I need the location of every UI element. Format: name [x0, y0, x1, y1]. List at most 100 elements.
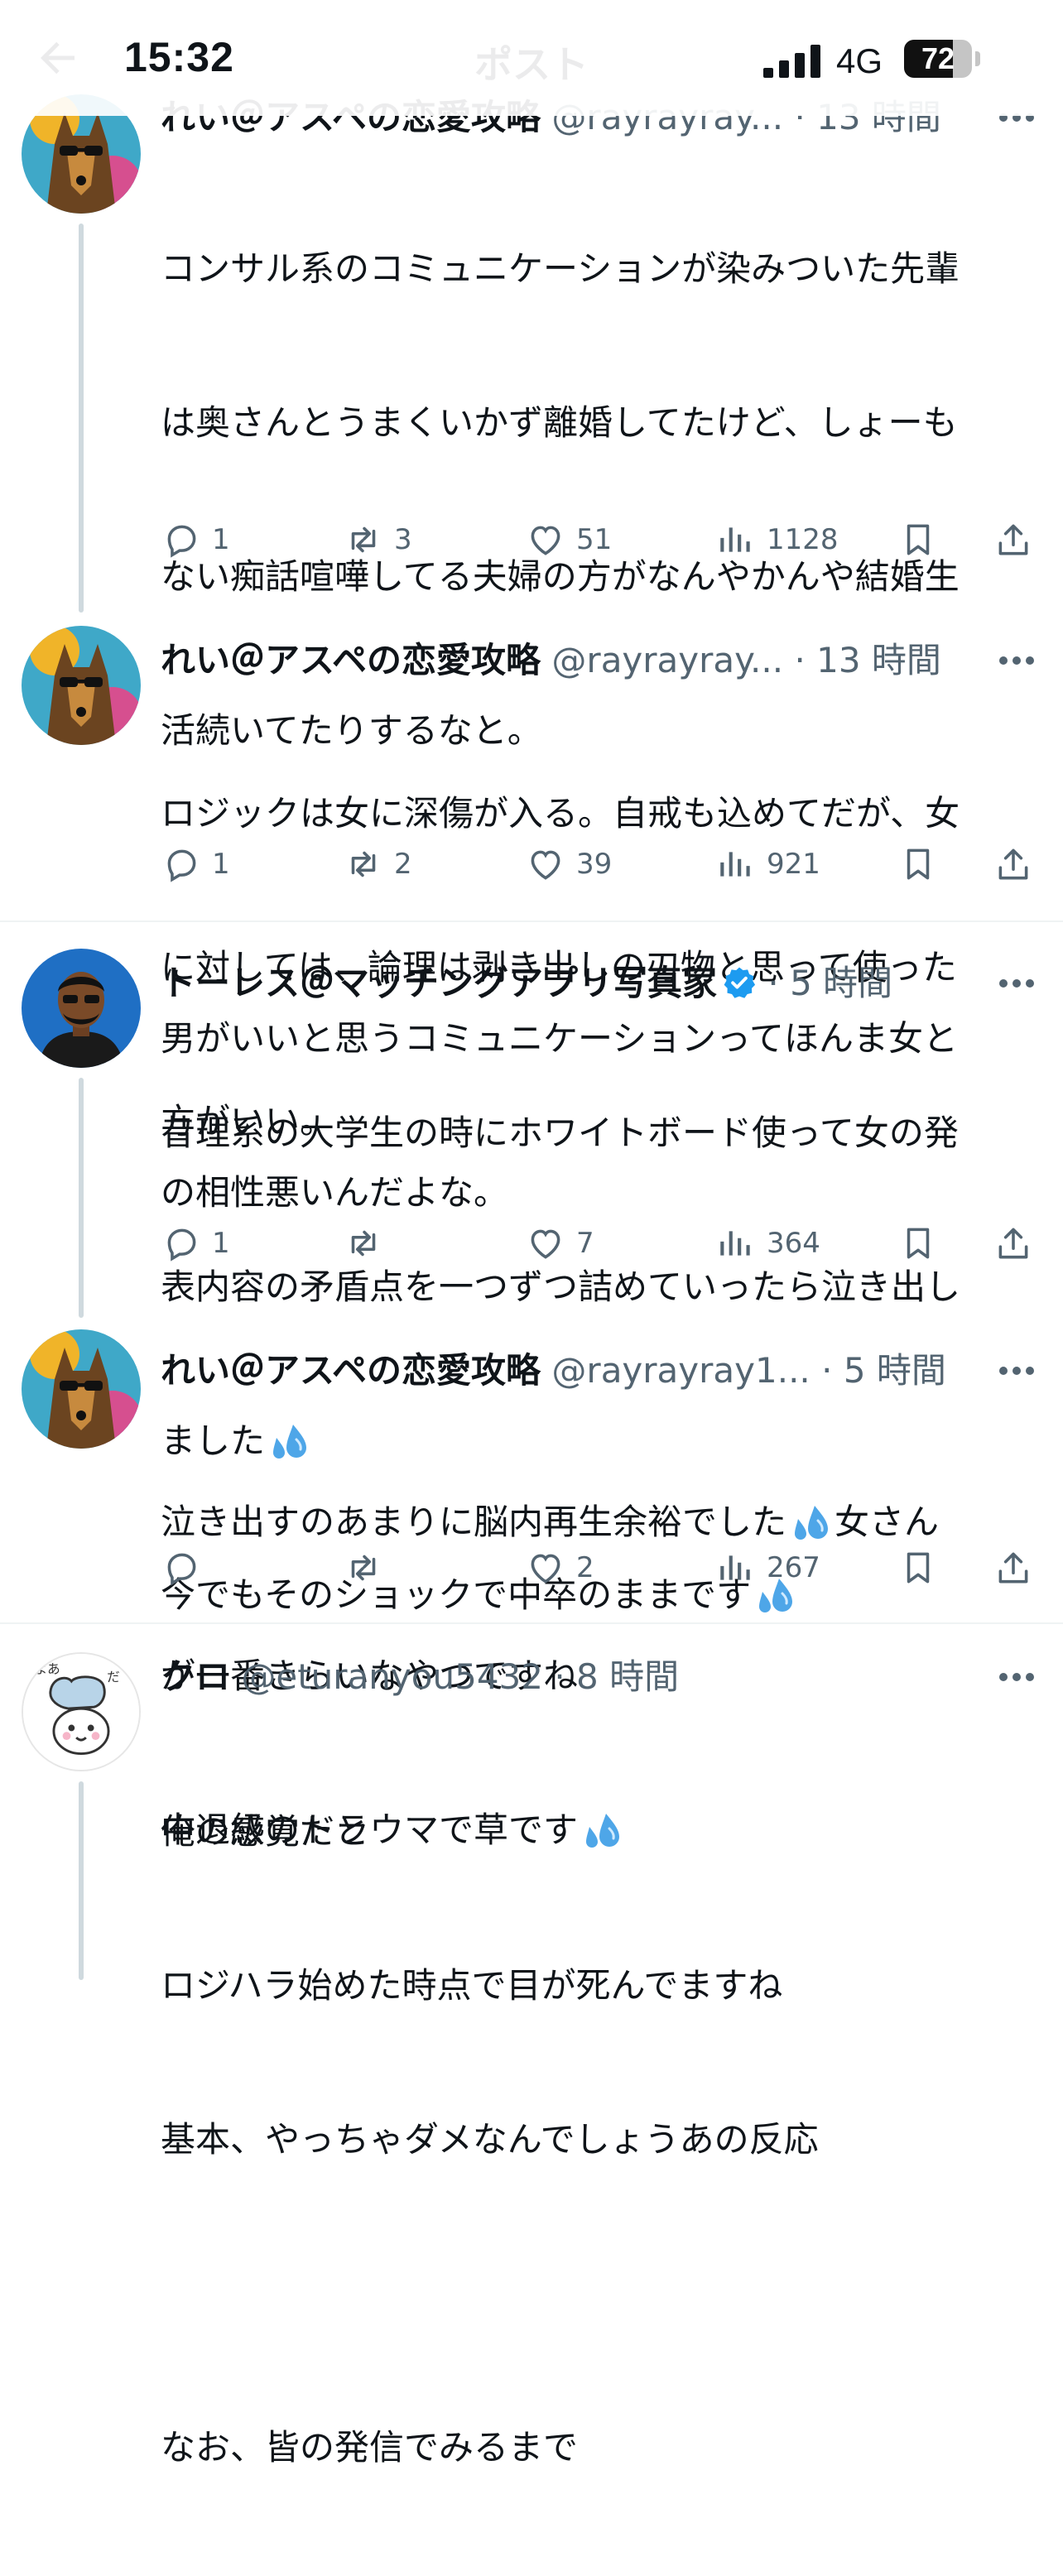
bookmark-button[interactable] — [897, 1218, 939, 1268]
cellular-signal-icon — [763, 45, 820, 78]
views-button[interactable]: 921 — [715, 839, 820, 889]
post-header: れい＠アスペの恋愛攻略 @rayrayray... · 13 時間 — [161, 636, 941, 685]
views-button[interactable]: 364 — [715, 1218, 820, 1268]
repost-icon — [351, 526, 376, 553]
handle[interactable]: @eturanyou5432 — [241, 1656, 543, 1697]
text-line: ロジックは女に深傷が入る。自戒も込めてだが、女 — [161, 793, 960, 834]
bookmark-icon — [907, 524, 930, 555]
bookmark-icon — [907, 1552, 930, 1584]
reply-button[interactable]: 1 — [161, 839, 230, 889]
timestamp[interactable]: · 5 時間 — [767, 963, 892, 1003]
dog-avatar-icon — [22, 626, 141, 745]
avatar[interactable] — [22, 1329, 141, 1449]
view-count: 364 — [767, 1227, 820, 1260]
display-name[interactable]: れい＠アスペの恋愛攻略 — [161, 1350, 541, 1391]
repost-icon — [351, 1230, 376, 1257]
network-type: 4G — [836, 41, 883, 80]
text-line: 昔理系の大学生の時にホワイトボード使って女の発 — [161, 1113, 959, 1153]
share-button[interactable] — [993, 1543, 1034, 1593]
bookmark-icon — [907, 848, 930, 880]
like-button[interactable]: 39 — [525, 839, 612, 889]
share-button[interactable] — [993, 515, 1034, 565]
handle[interactable]: @rayrayray1... — [551, 1350, 810, 1391]
handle[interactable]: @rayrayray... — [551, 640, 783, 680]
reply-button[interactable]: 1 — [161, 1218, 230, 1268]
bookmark-button[interactable] — [897, 839, 939, 889]
views-chart-icon — [720, 527, 750, 552]
bookmark-button[interactable] — [897, 1543, 939, 1593]
post[interactable]: トーレス＠マッチングアプリ写真家 · 5 時間 昔理系の大学生の時にホワイトボー… — [0, 922, 1063, 1615]
text-segment: 泣き出すのあまりに脳内再生余裕でした — [161, 1502, 787, 1542]
top-bar: ポスト 15:32 4G 72 — [0, 0, 1063, 116]
like-button[interactable]: 7 — [525, 1218, 594, 1268]
action-bar: 1 2 39 921 — [161, 839, 1038, 889]
thread-line — [79, 1078, 84, 1318]
more-options-icon[interactable] — [998, 656, 1035, 666]
display-name[interactable]: クロ — [161, 1656, 230, 1697]
reply-icon — [167, 525, 196, 558]
views-chart-icon — [720, 852, 750, 877]
svg-text:だ: だ — [107, 1670, 120, 1684]
repost-button[interactable] — [343, 1218, 394, 1268]
like-count: 2 — [576, 1551, 594, 1584]
like-count: 51 — [576, 523, 613, 556]
reply-button[interactable]: 1 — [161, 515, 230, 565]
text-line: ロジハラ始めた時点で目が死んでますね — [161, 1965, 783, 2006]
reply-icon — [167, 1228, 196, 1262]
reply-button[interactable] — [161, 1543, 212, 1593]
display-name[interactable]: れい＠アスペの恋愛攻略 — [161, 640, 541, 680]
bookmark-icon — [907, 1228, 930, 1259]
heart-icon — [531, 850, 560, 880]
battery-label: 72 — [921, 41, 955, 75]
post-header: クロ @eturanyou5432 · 8 時間 — [161, 1652, 679, 1702]
more-options-icon[interactable] — [998, 978, 1035, 988]
reply-icon — [167, 1553, 196, 1586]
bookmark-button[interactable] — [897, 515, 939, 565]
man-avatar-icon — [22, 949, 141, 1068]
repost-button[interactable]: 2 — [343, 839, 412, 889]
more-options-icon[interactable] — [998, 1672, 1035, 1682]
avatar[interactable] — [22, 949, 141, 1068]
view-count: 1128 — [767, 523, 839, 556]
post[interactable]: れい＠アスペの恋愛攻略 @rayrayray1... · 5 時間 泣き出すのあ… — [0, 1308, 1063, 1850]
like-button[interactable]: 51 — [525, 515, 612, 565]
cat-illustration-avatar-icon: よあ だ — [23, 1654, 139, 1770]
avatar[interactable] — [22, 626, 141, 745]
timestamp[interactable]: · 5 時間 — [821, 1350, 946, 1391]
repost-button[interactable]: 3 — [343, 515, 412, 565]
share-button[interactable] — [993, 839, 1034, 889]
share-icon — [998, 1552, 1028, 1584]
reply-icon — [167, 849, 196, 882]
heart-icon — [531, 526, 560, 555]
like-count: 7 — [576, 1227, 594, 1260]
battery-icon: 72 — [904, 40, 972, 78]
action-bar: 1 3 51 1128 — [161, 515, 1038, 565]
post[interactable]: れい＠アスペの恋愛攻略 @rayrayray... · 13 時間 ロジックは女… — [0, 596, 1063, 1141]
repost-button[interactable] — [343, 1543, 394, 1593]
repost-count: 3 — [394, 523, 412, 556]
share-icon — [998, 1228, 1028, 1259]
dog-avatar-icon — [22, 1329, 141, 1449]
view-count: 921 — [767, 848, 820, 881]
share-button[interactable] — [993, 1218, 1034, 1268]
heart-icon — [531, 1229, 560, 1259]
like-button[interactable]: 2 — [525, 1543, 594, 1593]
views-button[interactable]: 1128 — [715, 515, 839, 565]
post[interactable]: よあ だ クロ @eturanyou5432 · 8 時間 俺の感覚だと ロジハ… — [0, 1624, 1063, 2468]
svg-text:よあ: よあ — [35, 1661, 60, 1676]
status-time: 15:32 — [124, 34, 234, 80]
post-header: トーレス＠マッチングアプリ写真家 · 5 時間 — [161, 959, 892, 1008]
timestamp[interactable]: · 13 時間 — [794, 640, 941, 680]
reply-count: 1 — [212, 848, 230, 881]
views-button[interactable]: 267 — [715, 1543, 820, 1593]
like-count: 39 — [576, 848, 613, 881]
post-text: 俺の感覚だと ロジハラ始めた時点で目が死んでますね 基本、やっちゃダメなんでしょ… — [161, 1704, 1046, 2576]
sweat-droplets-emoji-icon — [795, 1506, 829, 1540]
battery-tip — [975, 51, 980, 66]
avatar[interactable]: よあ だ — [22, 1652, 141, 1771]
reply-count: 1 — [212, 1227, 230, 1260]
display-name[interactable]: トーレス＠マッチングアプリ写真家 — [161, 963, 717, 1003]
timestamp[interactable]: · 8 時間 — [554, 1656, 679, 1697]
more-options-icon[interactable] — [998, 1366, 1035, 1376]
action-bar: 2 267 — [161, 1543, 1038, 1593]
